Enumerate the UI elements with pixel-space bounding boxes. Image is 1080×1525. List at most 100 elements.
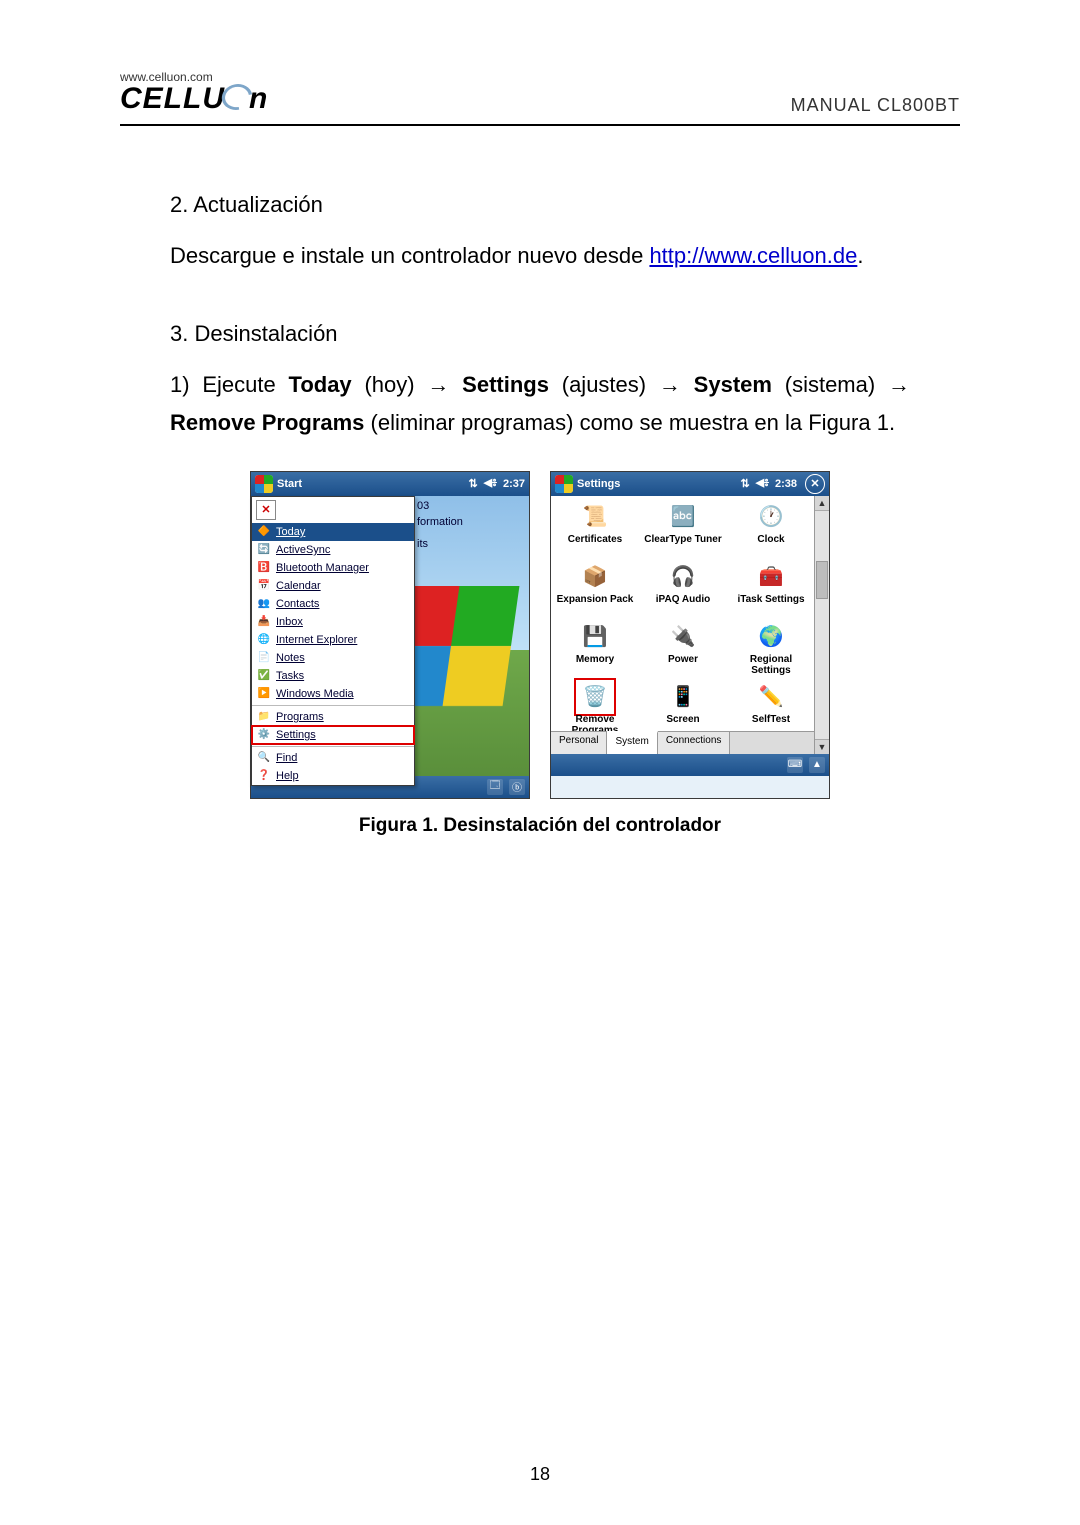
speaker-icon: ◀៖: [484, 476, 497, 492]
start-menu-item-calendar[interactable]: 📅 Calendar: [252, 577, 414, 595]
menu-item-icon: ⚙️: [256, 728, 272, 742]
connectivity-icon: ⇅: [740, 477, 749, 490]
menu-item-label: Internet Explorer: [276, 634, 357, 646]
settings-item-label: iTask Settings: [737, 594, 804, 605]
settings-item-label: iPAQ Audio: [656, 594, 710, 605]
settings-item-icon: ✏️: [754, 682, 788, 712]
menu-item-label: Help: [276, 770, 299, 782]
brand-block: www.celluon.com CELLUn: [120, 70, 268, 116]
settings-item-icon: 🔤: [666, 502, 700, 532]
manual-model-label: MANUAL CL800BT: [791, 95, 960, 116]
settings-item-ipaq-audio[interactable]: 🎧 iPAQ Audio: [643, 562, 723, 605]
settings-item-label: Certificates: [568, 534, 622, 545]
menu-item-icon: 🔄: [256, 543, 272, 557]
start-menu-item-help[interactable]: ❓ Help: [252, 767, 414, 785]
settings-item-label: Power: [668, 654, 698, 665]
connectivity-icon: ⇅: [468, 477, 477, 490]
sip-keyboard-icon[interactable]: ⌨: [787, 757, 803, 773]
menu-item-icon: 🔍: [256, 751, 272, 765]
menu-item-icon: 📄: [256, 651, 272, 665]
start-menu-item-activesync[interactable]: 🔄 ActiveSync: [252, 541, 414, 559]
settings-item-icon: 🔌: [666, 622, 700, 652]
settings-item-label: ClearType Tuner: [644, 534, 721, 545]
start-menu-item-programs[interactable]: 📁 Programs: [252, 705, 414, 726]
settings-item-power[interactable]: 🔌 Power: [643, 622, 723, 665]
clock-settings: 2:38: [775, 478, 797, 490]
tray-up-icon[interactable]: ▲: [809, 757, 825, 773]
brand-logo: CELLUn: [120, 80, 268, 116]
download-link[interactable]: http://www.celluon.de: [649, 243, 857, 268]
menu-item-icon: ❓: [256, 769, 272, 783]
settings-item-memory[interactable]: 💾Memory: [555, 622, 635, 665]
settings-item-label: SelfTest: [752, 714, 790, 725]
tray-icon-2[interactable]: ⓑ: [509, 779, 525, 795]
start-menu-item-today[interactable]: 🔶 Today: [252, 523, 414, 541]
scroll-thumb[interactable]: [816, 561, 828, 599]
start-menu-recent-icon[interactable]: ✕: [252, 497, 414, 523]
tab-personal[interactable]: Personal: [551, 732, 607, 754]
tab-connections[interactable]: Connections: [658, 732, 731, 754]
settings-item-itask-settings[interactable]: 🧰iTask Settings: [731, 562, 811, 605]
settings-item-label: Clock: [757, 534, 784, 545]
menu-item-label: Bluetooth Manager: [276, 562, 369, 574]
page-number: 18: [0, 1464, 1080, 1485]
scrollbar[interactable]: ▲ ▼: [814, 496, 829, 754]
start-menu-item-contacts[interactable]: 👥Contacts: [252, 595, 414, 613]
menu-item-label: Windows Media: [276, 688, 354, 700]
settings-item-icon: 🌍: [754, 622, 788, 652]
settings-item-cleartype-tuner[interactable]: 🔤 ClearType Tuner: [643, 502, 723, 545]
settings-item-icon: 📦: [578, 562, 612, 592]
settings-item-regional-settings[interactable]: 🌍Regional Settings: [731, 622, 811, 676]
settings-item-expansion-pack[interactable]: 📦 Expansion Pack: [555, 562, 635, 605]
settings-item-label: Screen: [666, 714, 699, 725]
titlebar-start: Start ⇅ ◀៖ 2:37: [251, 472, 529, 496]
titlebar-title: Start: [277, 478, 302, 490]
tray-icon-1[interactable]: 🗔: [487, 779, 503, 795]
settings-item-label: Memory: [576, 654, 614, 665]
start-menu-item-inbox[interactable]: 📥Inbox: [252, 613, 414, 631]
menu-item-label: ActiveSync: [276, 544, 330, 556]
start-menu-item-tasks[interactable]: ✅Tasks: [252, 667, 414, 685]
menu-item-label: Notes: [276, 652, 305, 664]
settings-panel: 📜 Certificates 🔤 ClearType Tuner 🕐Clock 📦 Expa…: [551, 496, 829, 754]
menu-item-icon: 📁: [256, 710, 272, 724]
start-menu-item-notes[interactable]: 📄 Notes: [252, 649, 414, 667]
start-menu-item-windows-media[interactable]: ▶️Windows Media: [252, 685, 414, 703]
figure-1: Start ⇅ ◀៖ 2:37 03 formation its ✕🔶Today…: [170, 471, 910, 799]
settings-item-icon: 📱: [666, 682, 700, 712]
settings-item-icon: 🎧: [666, 562, 700, 592]
menu-item-icon: 🅱️: [256, 561, 272, 575]
start-menu-item-bluetooth-manager[interactable]: 🅱️ Bluetooth Manager: [252, 559, 414, 577]
scroll-down-arrow[interactable]: ▼: [815, 739, 829, 754]
menu-item-icon: 👥: [256, 597, 272, 611]
screenshot-start-menu: Start ⇅ ◀៖ 2:37 03 formation its ✕🔶Today…: [250, 471, 530, 799]
menu-item-label: Today: [276, 526, 305, 538]
start-menu[interactable]: ✕ 🔶 Today 🔄 ActiveSync 🅱️ Bluetooth Manager 📅 Ca…: [251, 496, 415, 786]
settings-item-icon: 📜: [578, 502, 612, 532]
menu-item-label: Calendar: [276, 580, 321, 592]
tab-system[interactable]: System: [607, 731, 657, 754]
close-icon[interactable]: ✕: [805, 474, 825, 494]
start-desktop: 03 formation its ✕🔶Today🔄ActiveSync🅱️Blu…: [251, 496, 529, 776]
menu-item-label: Settings: [276, 729, 316, 741]
settings-item-remove-programs[interactable]: 🗑️Remove Programs: [555, 682, 635, 736]
settings-item-clock[interactable]: 🕐Clock: [731, 502, 811, 545]
windows-logo-icon: [555, 475, 573, 493]
settings-item-screen[interactable]: 📱 Screen: [643, 682, 723, 725]
menu-item-icon: 📅: [256, 579, 272, 593]
start-menu-item-internet-explorer[interactable]: 🌐Internet Explorer: [252, 631, 414, 649]
step-1-paragraph: 1) Ejecute Today (hoy) → Settings (ajust…: [170, 366, 910, 441]
settings-tabs: PersonalSystemConnections: [551, 731, 815, 754]
settings-item-label: Expansion Pack: [557, 594, 634, 605]
start-menu-item-find[interactable]: 🔍Find: [252, 746, 414, 767]
settings-item-selftest[interactable]: ✏️ SelfTest: [731, 682, 811, 725]
start-menu-item-settings[interactable]: ⚙️ Settings: [252, 726, 414, 744]
settings-item-certificates[interactable]: 📜 Certificates: [555, 502, 635, 545]
menu-item-label: Tasks: [276, 670, 304, 682]
menu-item-label: Programs: [276, 711, 324, 723]
scroll-up-arrow[interactable]: ▲: [815, 496, 829, 511]
screenshot-settings-system: Settings ⇅ ◀៖ 2:38 ✕ 📜Certificates🔤Clear…: [550, 471, 830, 799]
titlebar-title: Settings: [577, 478, 620, 490]
menu-item-icon: 🔶: [256, 525, 272, 539]
section-heading-actualizacion: 2. Actualización: [170, 186, 910, 223]
